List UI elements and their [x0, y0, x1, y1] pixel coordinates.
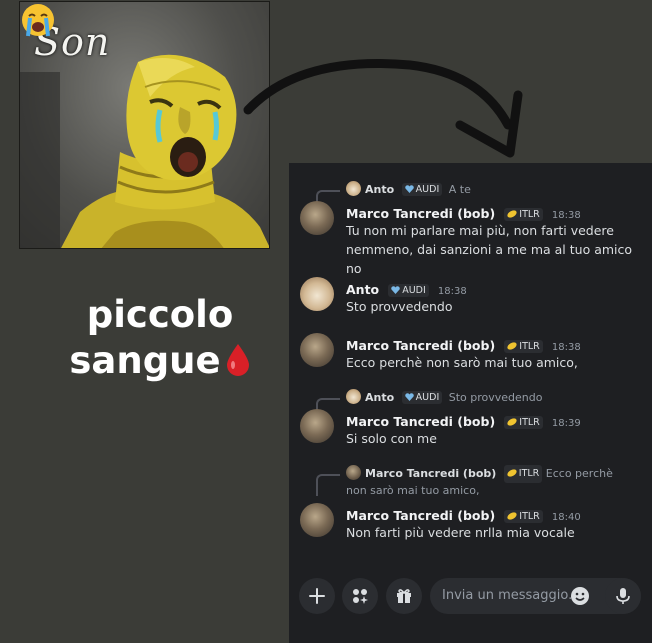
curved-arrow-icon: [243, 58, 523, 158]
drop-of-blood-icon: [226, 344, 249, 376]
timestamp: 18:38: [551, 210, 581, 221]
timestamp: 18:38: [551, 342, 581, 353]
reply-author: Marco Tancredi (bob): [365, 467, 497, 480]
meme-image: Son: [19, 1, 270, 249]
message-header: Anto AUDI 18:38: [346, 279, 467, 298]
message-header: Marco Tancredi (bob) ITLR 18:40: [346, 505, 581, 524]
author-name[interactable]: Marco Tancredi (bob): [346, 206, 495, 221]
reply-preview[interactable]: Anto AUDI A te: [346, 181, 471, 196]
plus-icon: [309, 588, 325, 604]
timestamp: 18:39: [551, 418, 581, 429]
author-name[interactable]: Marco Tancredi (bob): [346, 338, 495, 353]
gift-icon: [397, 589, 411, 603]
leaf-icon: [507, 342, 517, 350]
leaf-icon: [507, 469, 517, 477]
role-badge: AUDI: [388, 284, 429, 297]
reply-preview[interactable]: Marco Tancredi (bob) ITLR Ecco perchè no…: [346, 465, 636, 499]
heart-icon: [404, 393, 414, 401]
author-name[interactable]: Anto: [346, 282, 379, 297]
avatar[interactable]: [300, 333, 334, 367]
avatar: [346, 389, 361, 404]
avatar: [346, 465, 361, 480]
role-badge: ITLR: [504, 208, 543, 221]
leaf-icon: [507, 512, 517, 520]
avatar: [346, 181, 361, 196]
gift-button[interactable]: [386, 578, 422, 614]
author-name[interactable]: Marco Tancredi (bob): [346, 508, 495, 523]
avatar[interactable]: [300, 201, 334, 235]
role-badge: ITLR: [504, 340, 543, 353]
reply-text: A te: [448, 183, 471, 196]
chat-panel: Anto AUDI A te Marco Tancredi (bob) ITLR…: [289, 163, 652, 643]
reply-author: Anto: [365, 183, 395, 196]
reply-connector: [316, 398, 340, 410]
message-text: Non farti più vedere nrlla mia vocale: [346, 525, 575, 540]
role-badge: AUDI: [401, 183, 443, 196]
loudly-crying-face-icon: [22, 4, 54, 37]
role-badge: ITLR: [504, 416, 543, 429]
avatar[interactable]: [300, 503, 334, 537]
caption-line-2-text: sangue: [69, 339, 221, 382]
voice-button[interactable]: [605, 578, 641, 614]
leaf-icon: [507, 210, 517, 218]
leaf-icon: [507, 418, 517, 426]
message-text: Sto provvedendo: [346, 299, 453, 314]
composer-bar: Invia un messaggio..: [289, 571, 652, 621]
heart-icon: [391, 286, 400, 294]
message-text: Tu non mi parlare mai più, non farti ved…: [346, 223, 633, 276]
caption-line-2: sangue: [50, 338, 270, 384]
timestamp: 18:38: [437, 286, 467, 297]
role-badge: ITLR: [504, 510, 543, 523]
apps-icon: [353, 589, 368, 604]
message-header: Marco Tancredi (bob) ITLR 18:38: [346, 335, 581, 354]
avatar[interactable]: [300, 409, 334, 443]
role-badge: ITLR: [503, 465, 543, 483]
avatar[interactable]: [300, 277, 334, 311]
role-badge: AUDI: [401, 391, 443, 404]
emoji-icon[interactable]: [570, 586, 590, 606]
message-header: Marco Tancredi (bob) ITLR 18:39: [346, 411, 581, 430]
microphone-icon: [616, 588, 630, 604]
caption-line-1: piccolo: [86, 293, 234, 336]
reply-preview[interactable]: Anto AUDI Sto provvedendo: [346, 389, 543, 404]
reply-author: Anto: [365, 391, 395, 404]
message-input-placeholder: Invia un messaggio..: [442, 588, 577, 603]
caption-text: piccolo sangue: [50, 292, 270, 384]
message-text: Ecco perchè non sarò mai tuo amico,: [346, 355, 578, 370]
message-header: Marco Tancredi (bob) ITLR 18:38: [346, 203, 581, 222]
author-name[interactable]: Marco Tancredi (bob): [346, 414, 495, 429]
message-text: Si solo con me: [346, 431, 437, 446]
reply-text: Sto provvedendo: [448, 391, 543, 404]
timestamp: 18:40: [551, 512, 581, 523]
reply-connector: [316, 190, 340, 202]
heart-icon: [404, 185, 414, 193]
reply-connector: [316, 474, 340, 496]
plus-button[interactable]: [299, 578, 335, 614]
apps-button[interactable]: [342, 578, 378, 614]
